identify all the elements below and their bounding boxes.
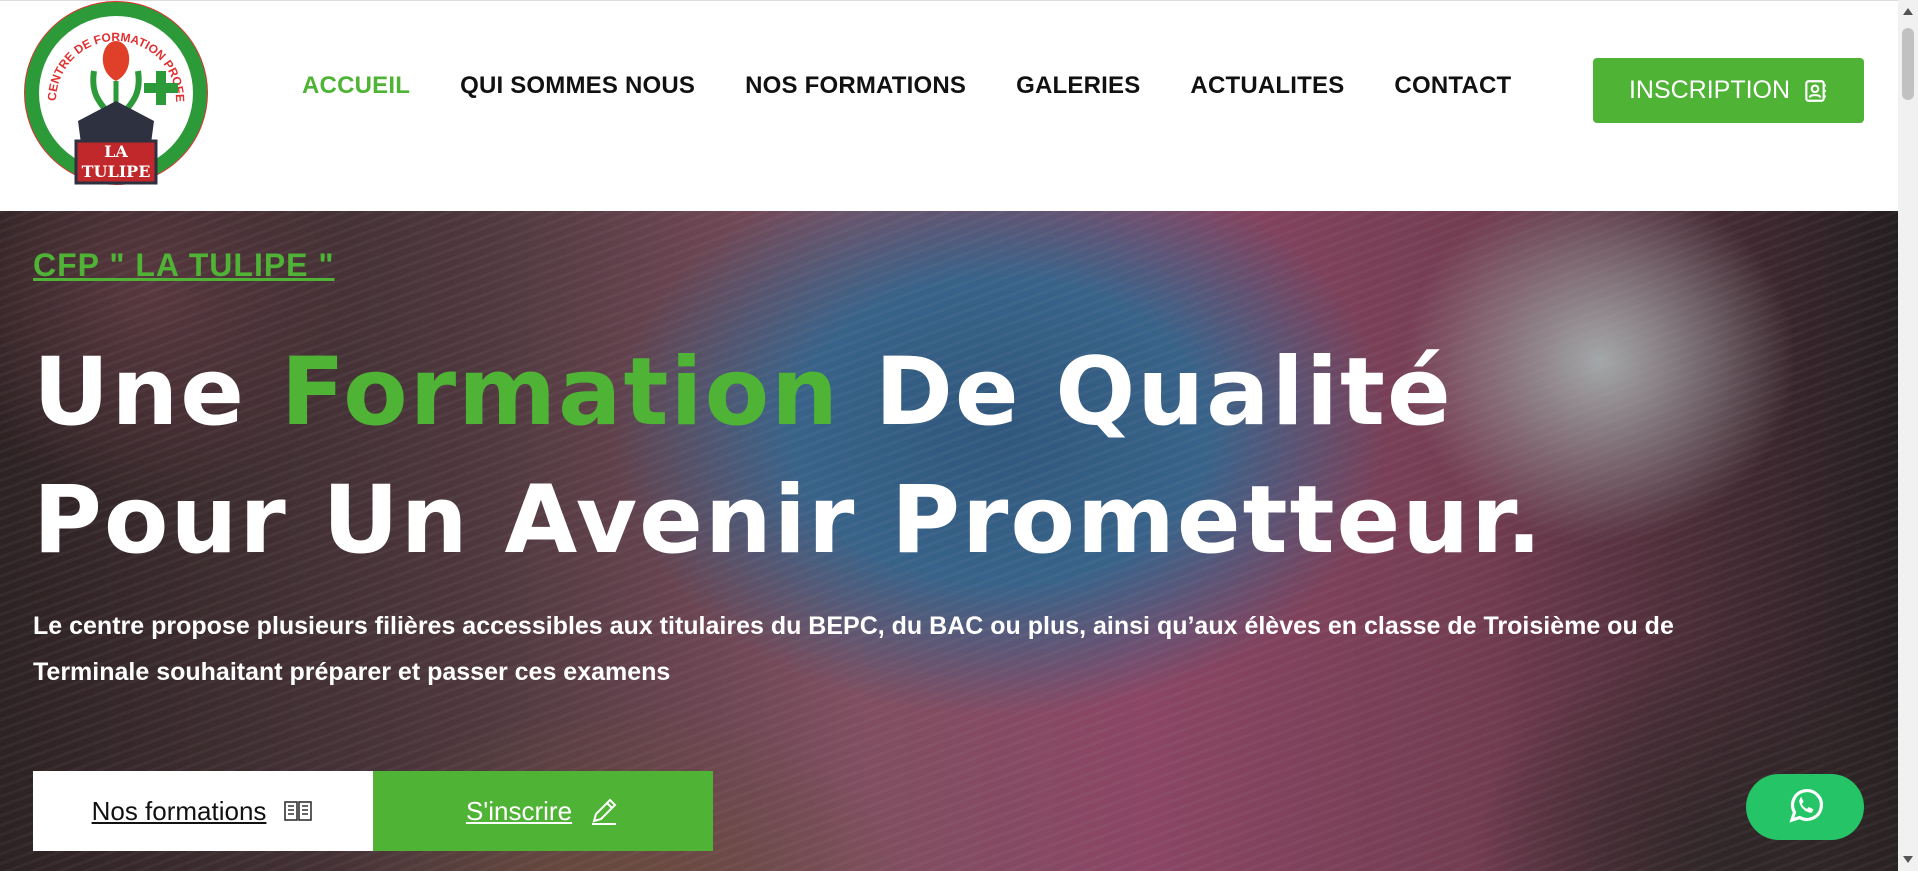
- inscrire-label: S'inscrire: [465, 795, 573, 826]
- site-logo[interactable]: CENTRE DE FORMATION PROFESSIONNELLE LA T…: [16, 1, 216, 191]
- scroll-thumb[interactable]: [1902, 28, 1914, 100]
- scroll-up-arrow[interactable]: [1903, 8, 1913, 15]
- nos-formations-button[interactable]: Nos formations: [33, 771, 373, 851]
- pencil-icon: [592, 798, 617, 825]
- page-scrollbar[interactable]: [1898, 0, 1918, 871]
- inscription-button-label: INSCRIPTION: [1628, 76, 1791, 104]
- logo-banner-line1: LA: [104, 142, 128, 161]
- scroll-down-arrow[interactable]: [1903, 856, 1913, 863]
- hero-eyebrow-link[interactable]: CFP " LA TULIPE ": [33, 247, 335, 284]
- book-icon: [284, 801, 313, 821]
- inscription-button[interactable]: INSCRIPTION: [1593, 58, 1864, 123]
- contact-card-icon: [1805, 79, 1826, 102]
- main-nav: ACCUEIL QUI SOMMES NOUS NOS FORMATIONS G…: [302, 72, 1561, 100]
- inscrire-button[interactable]: S'inscrire: [373, 771, 713, 851]
- nav-item-galeries[interactable]: GALERIES: [1016, 72, 1140, 100]
- site-header: CENTRE DE FORMATION PROFESSIONNELLE LA T…: [0, 0, 1898, 211]
- hero-lede: Le centre propose plusieurs filières acc…: [33, 612, 1674, 686]
- headline-part1: Une: [33, 338, 281, 447]
- nav-item-nos-formations[interactable]: NOS FORMATIONS: [745, 72, 966, 100]
- whatsapp-icon: [1789, 789, 1823, 823]
- headline-highlight: Formation: [280, 338, 841, 447]
- nav-item-qui-sommes-nous[interactable]: QUI SOMMES NOUS: [460, 72, 695, 100]
- nav-item-accueil[interactable]: ACCUEIL: [302, 72, 410, 100]
- whatsapp-button[interactable]: [1746, 774, 1864, 840]
- logo-banner-line2: TULIPE: [82, 162, 151, 181]
- hero-cta-row: Nos formations S'inscrire: [33, 771, 713, 851]
- nos-formations-label: Nos formations: [91, 795, 267, 826]
- nav-item-actualites[interactable]: ACTUALITES: [1190, 72, 1344, 100]
- hero-headline: Une Formation De Qualité Pour Un Avenir …: [33, 329, 1733, 585]
- hero-section: CFP " LA TULIPE " Une Formation De Quali…: [0, 211, 1898, 871]
- nav-item-contact[interactable]: CONTACT: [1394, 72, 1511, 100]
